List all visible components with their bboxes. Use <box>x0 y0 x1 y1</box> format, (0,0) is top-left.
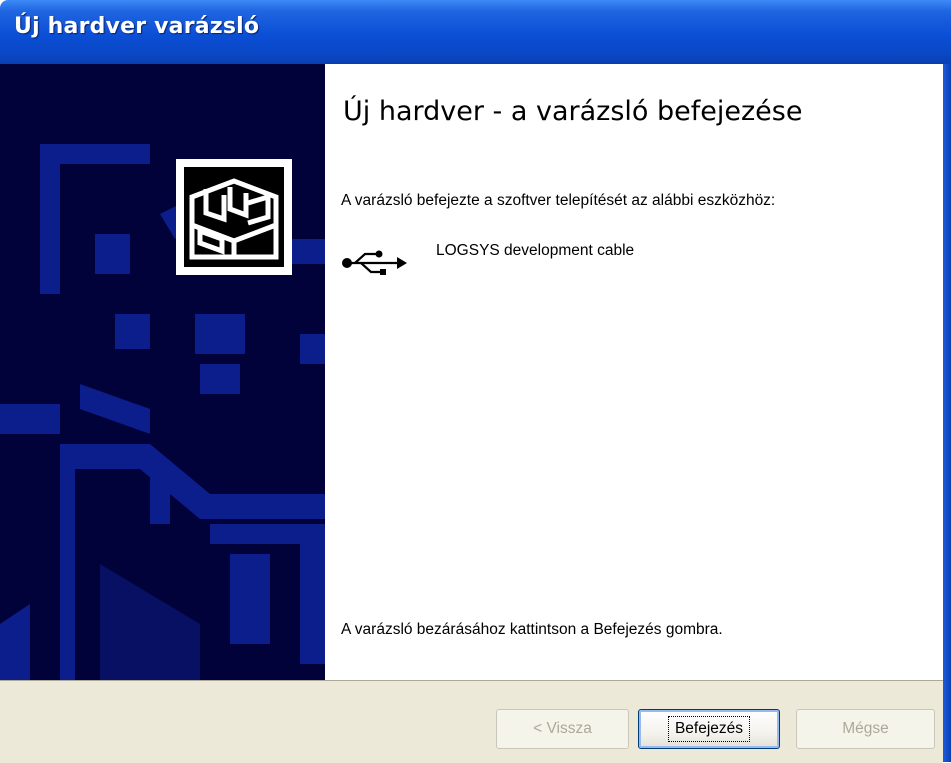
button-bar: < Vissza Befejezés Mégse <box>0 680 943 763</box>
page-title: Új hardver - a varázsló befejezése <box>343 96 803 127</box>
finish-button[interactable]: Befejezés <box>638 709 780 749</box>
wizard-content: Új hardver - a varázsló befejezése A var… <box>325 64 943 680</box>
back-button-label: < Vissza <box>533 720 592 737</box>
cancel-button-label: Mégse <box>842 720 889 737</box>
finish-button-label: Befejezés <box>667 716 751 742</box>
banner-artwork <box>0 144 325 680</box>
hardware-icon <box>176 159 292 275</box>
device-list-item: LOGSYS development cable <box>341 236 841 286</box>
window-title: Új hardver varázsló <box>14 14 260 39</box>
cancel-button[interactable]: Mégse <box>796 709 935 749</box>
usb-icon <box>341 248 409 278</box>
wizard-banner <box>0 64 325 680</box>
back-button[interactable]: < Vissza <box>496 709 629 749</box>
device-name: LOGSYS development cable <box>436 242 635 259</box>
close-hint-text: A varázsló bezárásához kattintson a Befe… <box>341 621 723 638</box>
wizard-window: Új hardver varázsló Új hardver - a varáz… <box>0 0 951 763</box>
intro-text: A varázsló befejezte a szoftver telepíté… <box>341 192 776 209</box>
title-bar[interactable]: Új hardver varázsló <box>0 0 951 64</box>
window-frame-right <box>943 64 951 762</box>
